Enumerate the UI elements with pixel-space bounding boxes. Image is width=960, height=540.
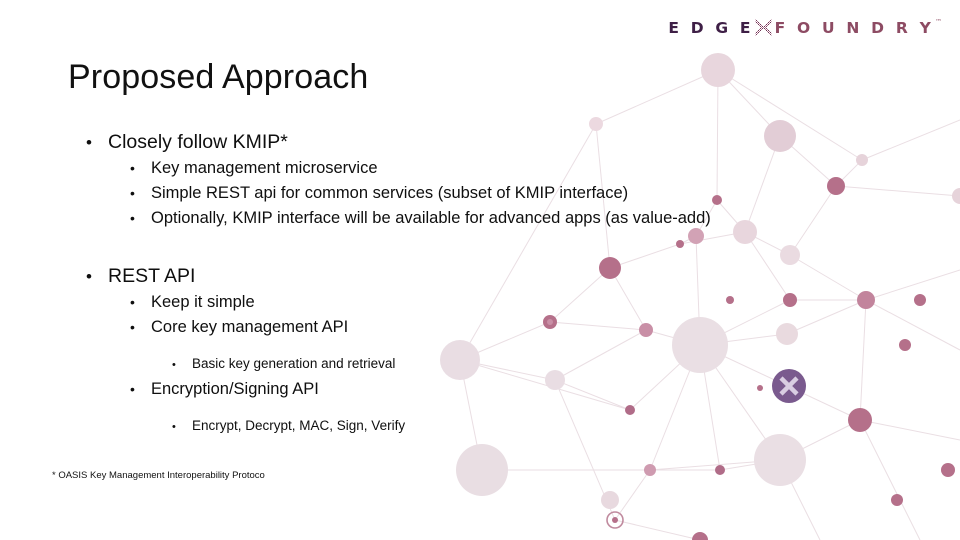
network-node: [891, 494, 903, 506]
network-node: [692, 532, 708, 540]
footnote: * OASIS Key Management Interoperability …: [52, 470, 265, 481]
bullet-label: REST API: [108, 265, 196, 287]
bullet-level2-encryption-signing-api: • Encryption/Signing API: [130, 377, 916, 402]
network-node: [701, 53, 735, 87]
bullet-level1-rest-api: • REST API: [86, 265, 916, 288]
network-node: [715, 465, 725, 475]
bullet-label: Simple REST api for common services (sub…: [151, 184, 629, 202]
network-node: [456, 444, 508, 496]
page-title: Proposed Approach: [68, 58, 369, 96]
bullet-level2-simple-rest-api: • Simple REST api for common services (s…: [130, 181, 916, 206]
bullet-dot-icon: •: [86, 267, 92, 286]
network-node: [952, 188, 960, 204]
slide-body: • Closely follow KMIP* • Key management …: [86, 131, 916, 439]
bullet-label: Closely follow KMIP*: [108, 131, 288, 153]
bullet-dot-icon: •: [172, 359, 176, 371]
bullet-label: Core key management API: [151, 318, 349, 336]
bullet-level2-key-management-microservice: • Key management microservice: [130, 156, 916, 181]
bullet-dot-icon: •: [130, 160, 135, 176]
bullet-level3-encrypt-decrypt-mac-sign-verify: • Encrypt, Decrypt, MAC, Sign, Verify: [172, 414, 916, 439]
network-node: [754, 434, 806, 486]
sub-spacer: [86, 340, 916, 352]
logo-text-edge: E D G E: [668, 19, 754, 37]
network-node: [612, 517, 618, 523]
bullet-level2-optionally-kmip-interface: • Optionally, KMIP interface will be ava…: [130, 206, 916, 231]
bullet-label: Encryption/Signing API: [151, 380, 319, 398]
bullet-dot-icon: •: [172, 421, 176, 433]
bullet-label: Optionally, KMIP interface will be avail…: [151, 209, 711, 227]
bullet-dot-icon: •: [130, 210, 135, 226]
bullet-label: Keep it simple: [151, 293, 255, 311]
network-node: [601, 491, 619, 509]
bullet-dot-icon: •: [130, 381, 135, 397]
bullet-dot-icon: •: [130, 319, 135, 335]
network-node: [941, 463, 955, 477]
bullet-label: Basic key generation and retrieval: [192, 356, 396, 371]
network-node: [644, 464, 656, 476]
bullet-level2-core-key-management-api: • Core key management API: [130, 315, 916, 340]
edgex-x-icon: [754, 18, 773, 37]
sub-spacer: [86, 402, 916, 414]
bullet-level1-closely-follow-kmip: • Closely follow KMIP*: [86, 131, 916, 154]
bullet-label: Encrypt, Decrypt, MAC, Sign, Verify: [192, 418, 406, 433]
slide: E D G E F O U N D R Y ™ Proposed Approac…: [0, 0, 960, 540]
bullet-dot-icon: •: [86, 133, 92, 152]
network-node: [589, 117, 603, 131]
bullet-label: Key management microservice: [151, 159, 378, 177]
bullet-level2-keep-it-simple: • Keep it simple: [130, 290, 916, 315]
bullet-dot-icon: •: [130, 294, 135, 310]
logo-text-foundry: F O U N D R Y: [774, 19, 934, 37]
bullet-level3-basic-key-generation: • Basic key generation and retrieval: [172, 352, 916, 377]
trademark-symbol: ™: [935, 18, 942, 26]
edgex-foundry-logo: E D G E F O U N D R Y ™: [668, 18, 942, 38]
bullet-dot-icon: •: [130, 185, 135, 201]
network-ring-node: [606, 511, 624, 529]
